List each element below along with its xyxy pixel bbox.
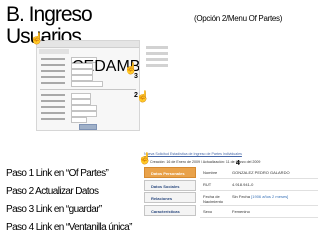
- menu-item-relaciones[interactable]: Relaciones: [144, 192, 196, 203]
- form-divider: [40, 89, 136, 90]
- detail-side-menu: Datos Personales Datos Sociales Relacion…: [144, 167, 196, 217]
- step-marker-3: 3: [134, 73, 138, 80]
- step-3-text: Paso 3 Link en “guardar”: [6, 204, 102, 215]
- form-row: [41, 93, 135, 99]
- step-1-text: Paso 1 Link en “Of Partes”: [6, 168, 109, 179]
- row-label: Nombre: [203, 170, 218, 175]
- row-hint: [1906 años 2 meses]: [251, 194, 289, 199]
- form-input[interactable]: [71, 117, 87, 123]
- step-marker-2: 2: [134, 92, 138, 99]
- form-tab: [39, 49, 69, 54]
- form-row: [41, 81, 135, 87]
- row-label: RUT: [203, 182, 212, 187]
- mini-menu-list: [146, 46, 168, 70]
- step-4-text: Paso 4 Link en “Ventanilla única”: [6, 222, 132, 233]
- menu-item-caracteristicas[interactable]: Características: [144, 204, 196, 216]
- step-marker-1: 1: [41, 36, 45, 43]
- form-row: CEDAMB: [41, 57, 139, 75]
- table-row: Fecha de Nacimiento Sin Fecha [1906 años…: [200, 191, 318, 206]
- page-subtitle: (Opción 2/Menu Of Partes): [194, 14, 283, 23]
- row-value: GONZALEZ PEDRO GALARDO: [232, 170, 290, 175]
- row-label: Sexo: [203, 209, 213, 214]
- table-row: Nombre GONZALEZ PEDRO GALARDO: [200, 167, 318, 179]
- menu-item-datos-personales[interactable]: Datos Personales: [144, 167, 196, 178]
- hand-cursor-icon: ☝: [136, 91, 150, 103]
- save-button[interactable]: [79, 124, 97, 130]
- form-input[interactable]: [71, 81, 103, 87]
- form-row: [41, 105, 135, 111]
- step-2-text: Paso 2 Actualizar Datos: [6, 186, 99, 197]
- update-form-screenshot: CEDAMB: [36, 40, 140, 131]
- form-row: [41, 75, 135, 81]
- form-row: [41, 63, 135, 69]
- row-value: Sin Fecha [1906 años 2 meses]: [232, 194, 289, 199]
- table-row: RUT 4.918.941-0: [200, 179, 318, 191]
- form-header-bar: [37, 41, 139, 48]
- form-row: [41, 117, 135, 123]
- form-row: [41, 69, 135, 75]
- row-value: 4.918.941-0: [232, 182, 254, 187]
- table-row: Sexo Femenino: [200, 206, 318, 218]
- step-marker-4: 4: [236, 160, 240, 167]
- row-value: Femenino: [232, 209, 250, 214]
- menu-item-datos-sociales[interactable]: Datos Sociales: [144, 179, 196, 191]
- record-dates: Creación: 16 de Enero de 2009 / Actualiz…: [150, 160, 261, 164]
- breadcrumb[interactable]: Nueva Solicitud Estadística de Ingreso d…: [144, 152, 242, 156]
- detail-table: Nombre GONZALEZ PEDRO GALARDO RUT 4.918.…: [200, 167, 318, 218]
- row-label: Fecha de Nacimiento: [203, 194, 224, 204]
- form-row: [41, 99, 135, 105]
- form-row: [41, 111, 135, 117]
